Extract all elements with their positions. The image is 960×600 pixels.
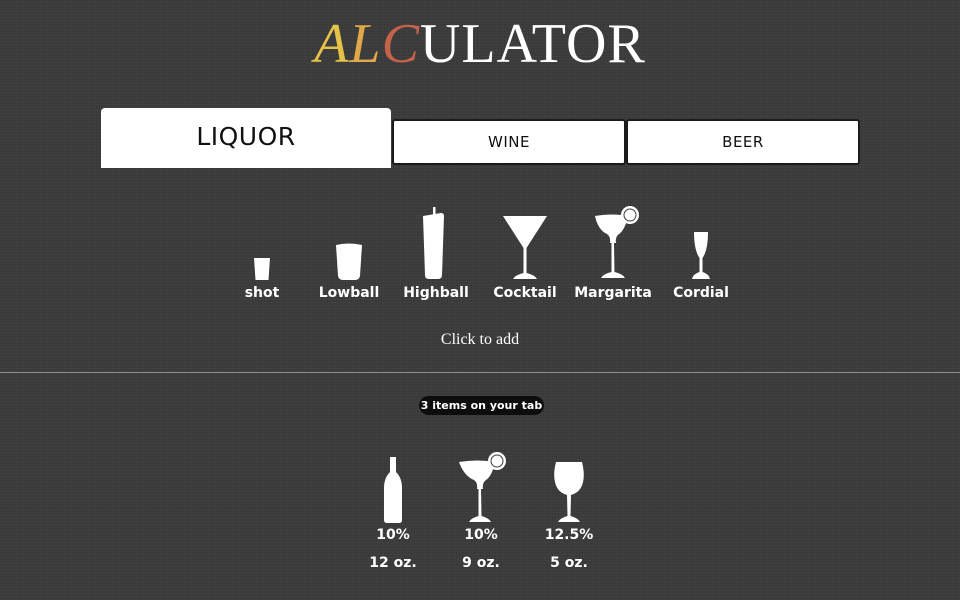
title-letter-a: A bbox=[314, 13, 350, 75]
drink-option-cocktail[interactable]: Cocktail bbox=[480, 204, 570, 304]
margarita-glass-icon bbox=[595, 206, 639, 278]
highball-glass-icon bbox=[423, 207, 444, 279]
drink-label-cordial: Cordial bbox=[673, 285, 729, 301]
wine-glass-icon bbox=[554, 462, 584, 522]
tab-item-volume: 5 oz. bbox=[550, 555, 588, 571]
beer-bottle-icon bbox=[384, 457, 402, 523]
drink-label-cocktail: Cocktail bbox=[493, 285, 557, 301]
drink-label-highball: Highball bbox=[403, 285, 469, 301]
tab-item-abv: 10% bbox=[376, 527, 410, 543]
drink-label-shot: shot bbox=[244, 285, 280, 301]
section-divider bbox=[0, 372, 960, 373]
drink-option-shot[interactable]: shot bbox=[217, 204, 307, 304]
margarita-glass-icon bbox=[459, 452, 506, 522]
drink-label-margarita: Margarita bbox=[574, 285, 652, 301]
tab-item-3[interactable]: 12.5% 5 oz. bbox=[529, 452, 609, 582]
tab-item-abv: 12.5% bbox=[544, 527, 594, 543]
tab-item-volume: 9 oz. bbox=[462, 555, 500, 571]
cocktail-glass-icon bbox=[503, 216, 547, 279]
title-rest: ULATOR bbox=[419, 13, 646, 75]
cordial-glass-icon bbox=[692, 232, 710, 279]
tab-item-1[interactable]: 10% 12 oz. bbox=[353, 452, 433, 582]
title-letter-c: C bbox=[381, 13, 420, 75]
app-title: ALCULATOR bbox=[0, 12, 960, 76]
tab-liquor[interactable]: LIQUOR bbox=[101, 108, 391, 168]
drink-option-lowball[interactable]: Lowball bbox=[304, 204, 394, 304]
click-to-add-hint: Click to add bbox=[440, 331, 520, 348]
drink-option-cordial[interactable]: Cordial bbox=[656, 204, 746, 304]
tab-beer[interactable]: BEER bbox=[626, 119, 860, 165]
drink-label-lowball: Lowball bbox=[318, 285, 380, 301]
title-letter-l: L bbox=[349, 13, 382, 75]
lowball-glass-icon bbox=[336, 243, 362, 280]
tab-wine[interactable]: WINE bbox=[392, 119, 626, 165]
tab-count-badge: 3 items on your tab bbox=[419, 396, 544, 415]
tab-item-abv: 10% bbox=[464, 527, 498, 543]
drink-option-highball[interactable]: Highball bbox=[391, 204, 481, 304]
shot-glass-icon bbox=[254, 258, 270, 280]
tab-item-volume: 12 oz. bbox=[369, 555, 417, 571]
drink-option-margarita[interactable]: Margarita bbox=[568, 204, 658, 304]
tab-item-2[interactable]: 10% 9 oz. bbox=[441, 452, 521, 582]
